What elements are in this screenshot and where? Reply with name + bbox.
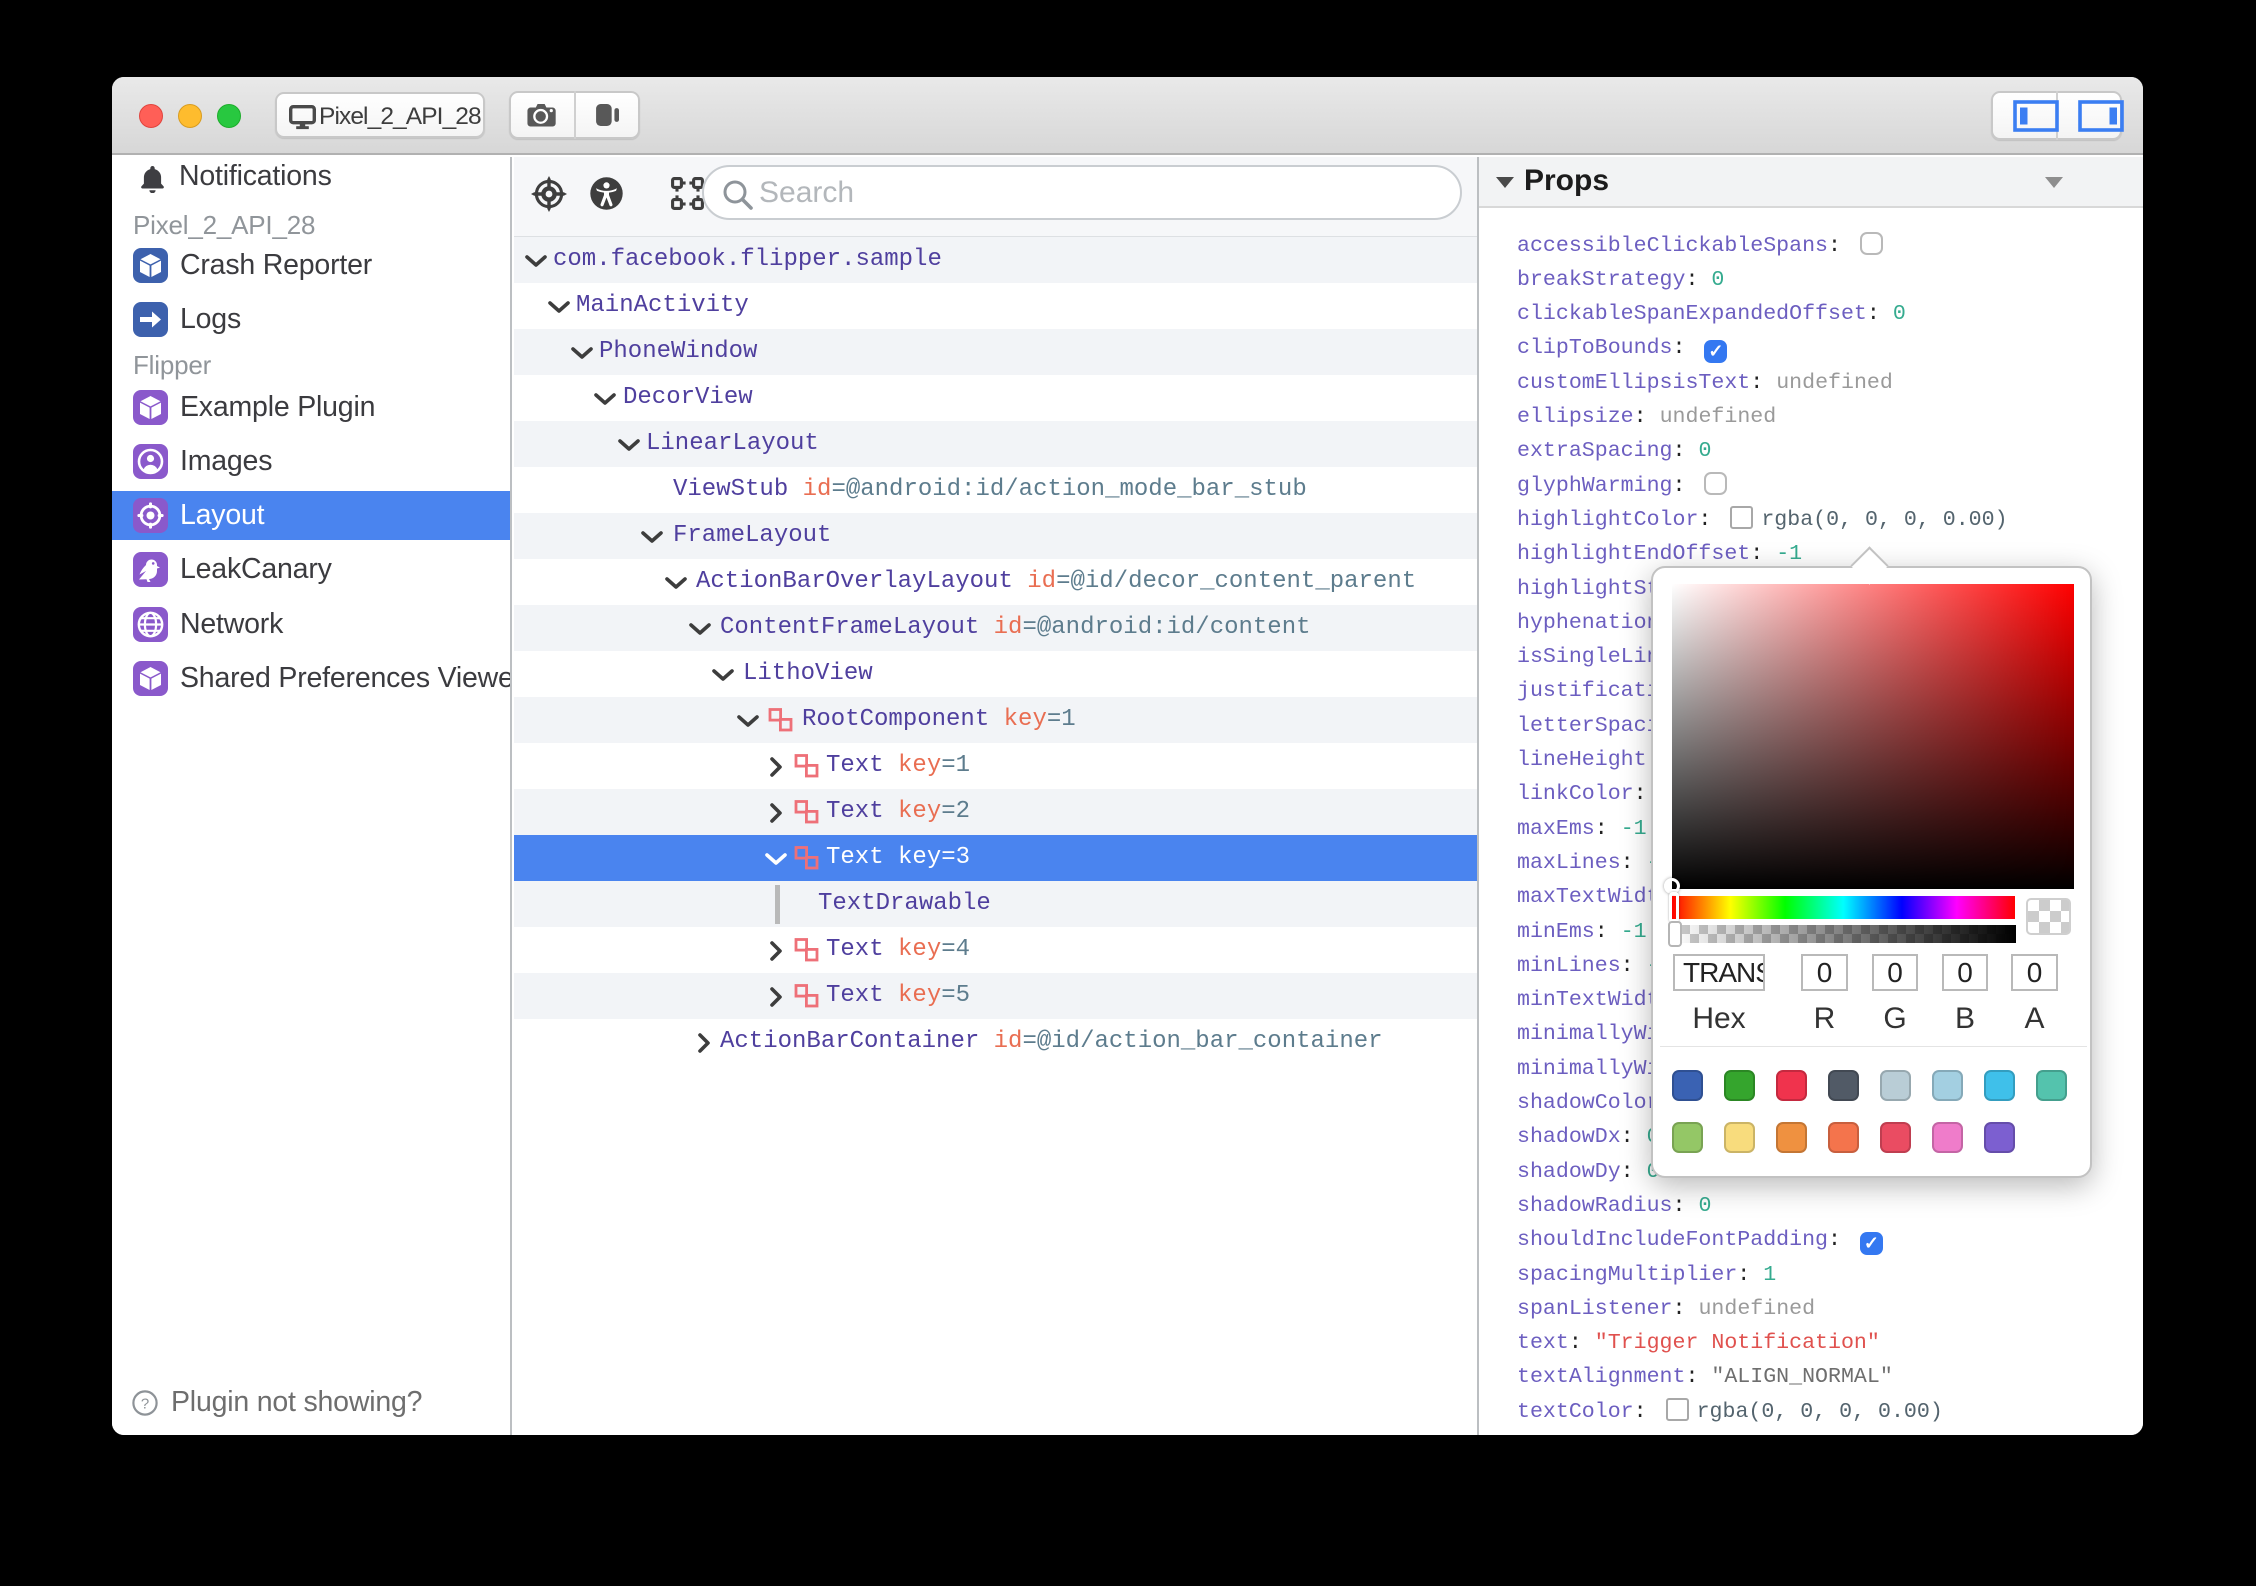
svg-text:?: ? [141,1396,149,1413]
